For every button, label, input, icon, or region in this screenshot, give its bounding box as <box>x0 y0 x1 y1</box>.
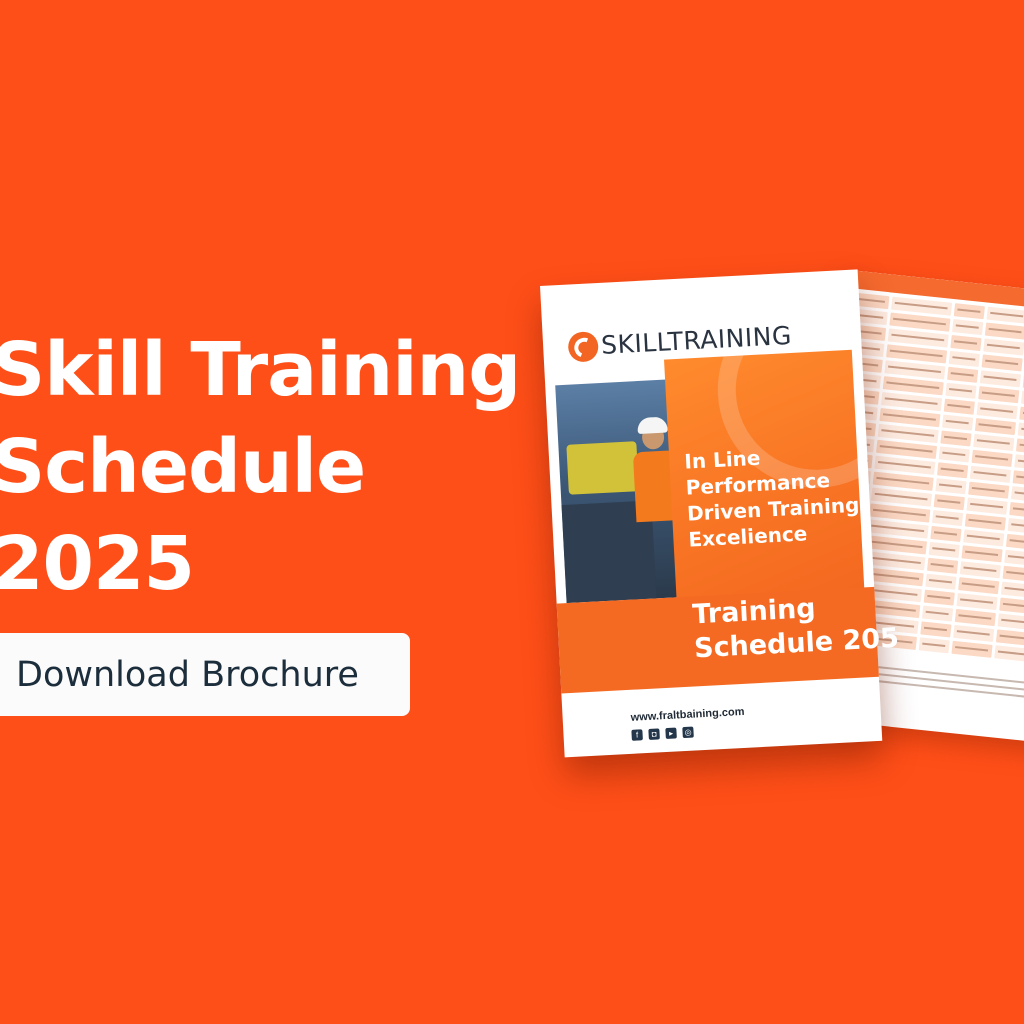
schedule-sheet-cell <box>938 446 970 463</box>
schedule-sheet-cell <box>918 637 950 654</box>
schedule-sheet-cell <box>943 398 975 415</box>
schedule-sheet-cell <box>984 322 1024 340</box>
schedule-sheet-cell <box>1012 470 1024 488</box>
schedule-sheet-cell <box>1000 581 1024 600</box>
schedule-sheet-cell <box>940 430 972 447</box>
instagram-icon: ◘ <box>648 728 660 740</box>
schedule-sheet-cell <box>1014 454 1024 472</box>
schedule-sheet-cell <box>969 465 1011 483</box>
hero-title: Skill Training Schedule 2025 <box>0 322 521 613</box>
schedule-sheet-cell <box>986 306 1024 324</box>
schedule-sheet-cell <box>997 613 1024 631</box>
schedule-sheet-cell <box>979 370 1022 388</box>
schedule-sheet-cell <box>948 350 980 367</box>
download-brochure-button[interactable]: Download Brochure <box>0 633 410 716</box>
schedule-sheet-cell <box>978 386 1020 404</box>
schedule-sheet-cell <box>981 354 1023 372</box>
brochure-cover: SKILLTRAINING In Line Performance Driven… <box>540 269 900 758</box>
hero-title-line: Schedule <box>0 424 366 510</box>
schedule-sheet-cell <box>928 541 960 558</box>
schedule-sheet-cell <box>1009 502 1024 520</box>
schedule-sheet-cell <box>1010 486 1024 504</box>
schedule-sheet-cell <box>923 589 955 606</box>
schedule-sheet-cell <box>974 418 1017 436</box>
machinery-shape <box>566 441 639 495</box>
schedule-sheet-cell <box>953 624 995 642</box>
schedule-sheet-cell <box>952 319 984 336</box>
schedule-sheet-cell <box>1004 549 1024 568</box>
schedule-sheet-cell <box>976 402 1018 420</box>
schedule-sheet-cell <box>1007 517 1024 536</box>
brochure-schedule-title: Training Schedule 205 <box>692 588 900 667</box>
schedule-sheet-cell <box>947 366 979 383</box>
schedule-sheet-cell <box>945 382 977 399</box>
schedule-sheet-cell <box>920 621 952 638</box>
schedule-sheet-cell <box>933 494 965 511</box>
brochure-website: www.fraltbaining.com <box>630 705 745 724</box>
schedule-sheet-cell <box>958 577 1000 595</box>
schedule-sheet-cell <box>954 608 996 627</box>
schedule-sheet-cell <box>935 478 967 495</box>
schedule-sheet-cell <box>966 497 1008 515</box>
schedule-sheet-cell <box>973 433 1015 452</box>
schedule-sheet-cell <box>950 334 982 352</box>
schedule-sheet-cell <box>959 561 1001 579</box>
schedule-sheet-cell <box>1015 438 1024 456</box>
schedule-sheet-cell <box>968 481 1010 499</box>
linkedin-icon: ◎ <box>682 726 694 739</box>
skilltraining-logo-icon <box>567 331 600 363</box>
schedule-sheet-cell <box>932 510 964 527</box>
schedule-sheet-cell <box>1005 533 1024 552</box>
schedule-sheet-cell <box>995 629 1024 647</box>
schedule-sheet-cell <box>983 338 1024 356</box>
brochure-tagline: In Line Performance Driven Training Exce… <box>684 439 869 552</box>
schedule-sheet-cell <box>942 414 974 431</box>
schedule-sheet-cell <box>964 513 1006 531</box>
social-icons: f ◘ ▸ ◎ <box>631 726 694 741</box>
schedule-sheet-cell <box>937 462 969 479</box>
schedule-sheet-cell <box>963 529 1005 547</box>
schedule-sheet-cell <box>953 303 985 320</box>
schedule-sheet-cell <box>999 597 1024 616</box>
schedule-sheet-cell <box>951 640 993 658</box>
schedule-sheet-cell <box>1019 406 1024 425</box>
schedule-sheet-cell <box>921 605 954 622</box>
schedule-sheet-cell <box>971 449 1013 467</box>
schedule-sheet-cell <box>926 557 959 574</box>
schedule-sheet-cell <box>961 545 1003 563</box>
schedule-sheet-cell <box>925 573 957 590</box>
hero-title-line: 2025 <box>0 521 195 607</box>
facebook-icon: f <box>631 729 643 741</box>
schedule-sheet-cell <box>930 525 962 543</box>
hero-title-line: Skill Training <box>0 327 521 413</box>
schedule-sheet-cell <box>1017 422 1024 441</box>
schedule-sheet-cell <box>956 593 998 611</box>
youtube-icon: ▸ <box>665 727 677 740</box>
schedule-sheet-cell <box>994 645 1024 663</box>
schedule-sheet-cell <box>1002 565 1024 584</box>
